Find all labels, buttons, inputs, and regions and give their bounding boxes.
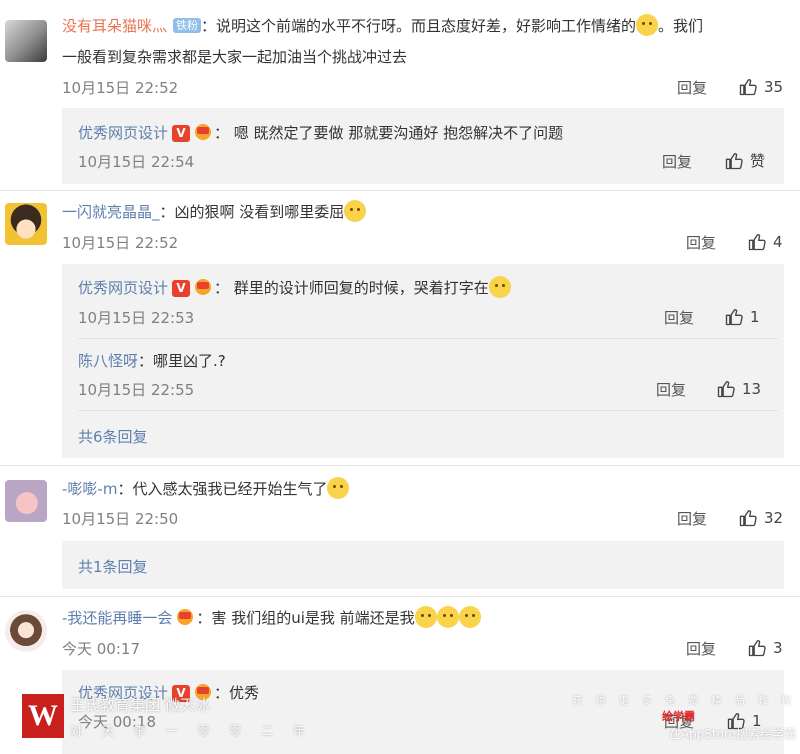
comment-body: ：代入感太强我已经开始生气了: [117, 480, 328, 498]
watermark-subtitle: 对 天 李 一 零 零 二 年: [70, 724, 313, 738]
username[interactable]: 优秀网页设计: [78, 279, 168, 297]
like-count: 3: [773, 639, 783, 657]
divider: [0, 596, 800, 597]
avatar[interactable]: [5, 480, 47, 522]
watermark-line3: 在AppStore搜索绘学霸: [668, 727, 796, 741]
fan-badge: 铁粉: [173, 18, 202, 33]
reply-text: 优秀网页设计 V ： 群里的设计师回复的时候，哭着打字在: [78, 275, 511, 301]
comment-text: -嘭嘭-m：代入感太强我已经开始生气了: [62, 476, 350, 502]
like-label: 赞: [750, 152, 766, 170]
reply-text: 陈八怪呀：哪里凶了.?: [78, 348, 226, 374]
vip-v-icon: V: [172, 125, 191, 142]
thumbs-up-icon: [725, 309, 743, 326]
fist-icon: [195, 279, 212, 295]
avatar[interactable]: [5, 203, 47, 245]
reply-button[interactable]: 回复: [656, 380, 686, 400]
watermark-title: 王氏教育集团 微天冰: [70, 696, 210, 714]
reply-body: ： 群里的设计师回复的时候，哭着打字在: [214, 279, 489, 297]
comment-date: 10月15日 22:52: [62, 79, 179, 97]
thumbs-up-icon: [748, 234, 766, 251]
comment-date: 10月15日 22:52: [62, 234, 179, 252]
emoji-icon: [488, 276, 511, 298]
avatar[interactable]: [5, 20, 47, 62]
reply-button[interactable]: 回复: [677, 78, 707, 98]
comment-text: 没有耳朵猫咪灬 铁粉 ：说明这个前端的水平不行呀。而且态度好差，好影响工作情绪的 。我…: [62, 13, 703, 39]
watermark-right: 获 得 更 多 免 费 精 品 教 程 绘学霸 在AppStore搜索绘学霸: [572, 692, 796, 748]
vip-v-icon: V: [172, 280, 191, 297]
username[interactable]: -嘭嘭-m: [62, 480, 117, 498]
emoji-icon: [436, 606, 459, 628]
watermark-left: W 王氏教育集团 微天冰 对 天 李 一 零 零 二 年: [22, 694, 305, 748]
like-count: 32: [764, 509, 784, 527]
reply-box: 优秀网页设计 V ： 嗯 既然定了要做 那就要沟通好 抱怨解决不了问题 10月15日…: [62, 108, 784, 184]
emoji-icon: [344, 200, 367, 222]
comment-date: 10月15日 22:50: [62, 510, 179, 528]
like-count: 35: [764, 78, 784, 96]
more-replies-link[interactable]: 共1条回复: [78, 557, 148, 577]
like-button[interactable]: 35: [738, 77, 783, 97]
comment-body: ：凶的狠啊 没看到哪里委屈: [159, 203, 345, 221]
reply-box: 共1条回复: [62, 541, 784, 589]
reply-button[interactable]: 回复: [686, 233, 716, 253]
thumbs-up-icon: [725, 153, 743, 170]
like-count: 13: [742, 380, 762, 398]
more-replies-link[interactable]: 共6条回复: [78, 427, 148, 447]
reply-date: 10月15日 22:55: [78, 381, 195, 399]
fist-icon: [177, 609, 194, 625]
reply-body: ：哪里凶了.?: [138, 352, 226, 370]
like-count: 4: [773, 233, 783, 251]
watermark-line1: 获 得 更 多 免 费 精 品 教 程: [572, 696, 796, 707]
divider: [78, 338, 778, 339]
emoji-icon: [414, 606, 437, 628]
reply-button[interactable]: 回复: [677, 509, 707, 529]
comment-text: 一闪就亮晶晶_：凶的狠啊 没看到哪里委屈: [62, 199, 367, 225]
thumbs-up-icon: [748, 640, 766, 657]
divider: [0, 465, 800, 466]
like-button[interactable]: 1: [724, 307, 760, 327]
reply-body: ： 嗯 既然定了要做 那就要沟通好 抱怨解决不了问题: [214, 124, 564, 142]
reply-text: 优秀网页设计 V ： 嗯 既然定了要做 那就要沟通好 抱怨解决不了问题: [78, 120, 563, 146]
comment-date: 今天 00:17: [62, 640, 140, 658]
reply-button[interactable]: 回复: [664, 308, 694, 328]
like-button[interactable]: 赞: [724, 151, 765, 171]
comment-body-tail: 。我们: [658, 17, 704, 35]
reply-date: 10月15日 22:53: [78, 309, 195, 327]
watermark-logo: W: [22, 694, 64, 738]
comment-body: ：害 我们组的ui是我 前端还是我: [196, 609, 415, 627]
divider: [0, 190, 800, 191]
username[interactable]: -我还能再睡一会: [62, 609, 172, 627]
like-button[interactable]: 13: [716, 379, 761, 399]
reply-date: 10月15日 22:54: [78, 153, 195, 171]
like-button[interactable]: 3: [747, 638, 783, 658]
like-button[interactable]: 4: [747, 232, 783, 252]
comment-text: -我还能再睡一会 ：害 我们组的ui是我 前端还是我: [62, 605, 481, 631]
emoji-icon: [327, 477, 350, 499]
reply-button[interactable]: 回复: [662, 152, 692, 172]
comment-body: ：说明这个前端的水平不行呀。而且态度好差，好影响工作情绪的: [201, 17, 637, 35]
thumbs-up-icon: [739, 79, 757, 96]
like-count: 1: [750, 308, 760, 326]
username[interactable]: 优秀网页设计: [78, 124, 168, 142]
thumbs-up-icon: [739, 510, 757, 527]
username[interactable]: 陈八怪呀: [78, 352, 138, 370]
watermark-brand: 绘学霸: [662, 710, 695, 723]
emoji-icon: [458, 606, 481, 628]
divider: [78, 410, 778, 411]
thumbs-up-icon: [717, 381, 735, 398]
username[interactable]: 一闪就亮晶晶_: [62, 203, 160, 221]
emoji-icon: [636, 14, 659, 36]
reply-button[interactable]: 回复: [686, 639, 716, 659]
comment-text-line2: 一般看到复杂需求都是大家一起加油当个挑战冲过去: [62, 48, 408, 66]
like-button[interactable]: 32: [738, 508, 783, 528]
avatar[interactable]: [5, 610, 47, 652]
username[interactable]: 没有耳朵猫咪灬: [62, 17, 167, 35]
reply-box: 优秀网页设计 V： 群里的设计师回复的时候，哭着打字在 10月15日 22:53 …: [62, 264, 784, 458]
fist-icon: [195, 124, 212, 140]
